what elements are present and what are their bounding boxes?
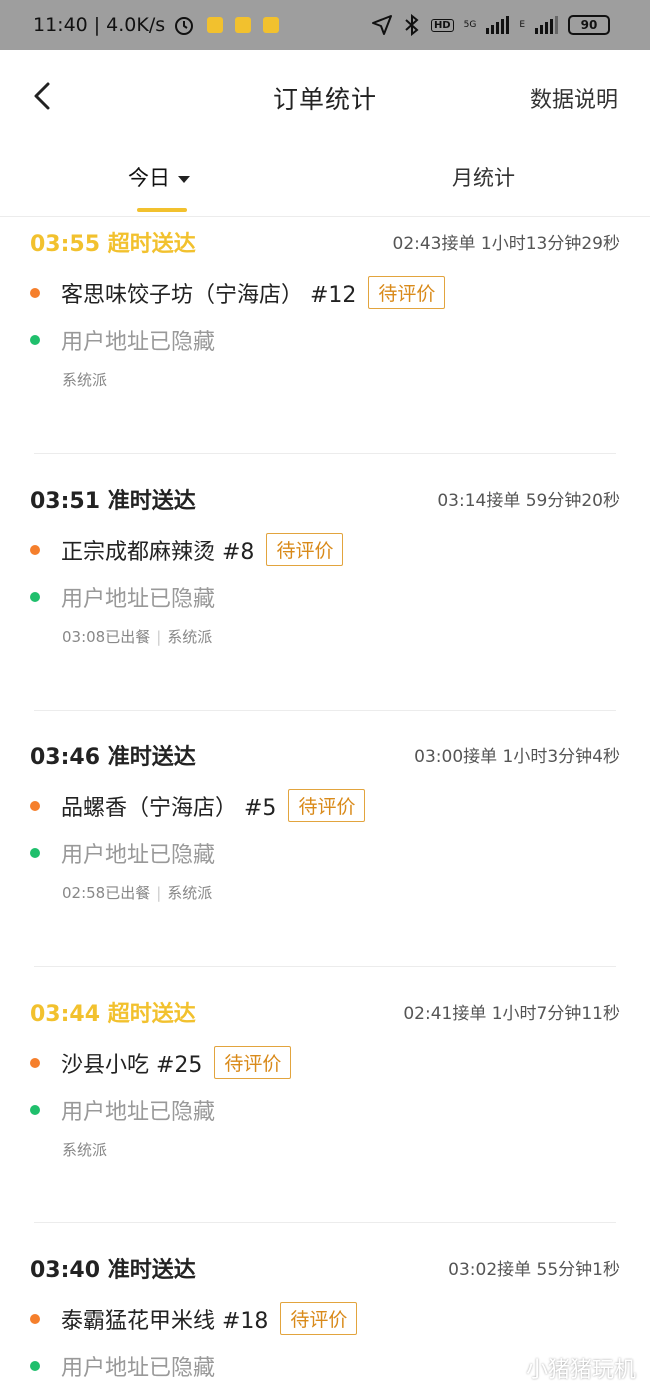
bluetooth-icon: [405, 14, 419, 36]
hd-badge: HD: [430, 18, 454, 32]
order-card[interactable]: 03:51 准时送达 03:14接单 59分钟20秒 正宗成都麻辣烫 #8 待评…: [0, 483, 650, 711]
order-time-info: 03:02接单 55分钟1秒: [448, 1260, 620, 1280]
pending-review-badge[interactable]: 待评价: [280, 1302, 358, 1335]
address-dot-icon: [30, 592, 40, 602]
order-time-info: 02:43接单 1小时13分钟29秒: [392, 234, 621, 254]
order-card[interactable]: 03:46 准时送达 03:00接单 1小时3分钟4秒 品螺香（宁海店） #5 …: [0, 739, 650, 967]
customer-address: 用户地址已隐藏: [61, 330, 216, 355]
store-dot-icon: [30, 544, 40, 555]
app-notification-icon: [207, 17, 224, 33]
data-description-link[interactable]: 数据说明: [530, 82, 618, 114]
order-time-info: 02:41接单 1小时7分钟11秒: [403, 1004, 620, 1024]
customer-address: 用户地址已隐藏: [61, 1100, 216, 1125]
tab-bar: 今日 月统计: [0, 146, 650, 217]
alarm-icon: [175, 17, 194, 35]
order-note: 系统派: [62, 371, 108, 389]
store-name: 泰霸猛花甲米线 #18: [61, 1308, 269, 1334]
status-time: 11:40: [33, 14, 88, 36]
location-arrow-icon: [371, 15, 392, 35]
customer-address: 用户地址已隐藏: [61, 843, 216, 868]
address-dot-icon: [30, 335, 40, 345]
network-speed: 4.0K/s: [106, 14, 166, 36]
customer-address: 用户地址已隐藏: [61, 587, 216, 612]
order-delivery-status: 03:55 超时送达: [30, 232, 196, 257]
address-dot-icon: [30, 848, 40, 858]
order-note: 02:58已出餐 | 系统派: [62, 884, 213, 902]
order-note: 03:08已出餐 | 系统派: [62, 628, 213, 646]
order-delivery-status: 03:44 超时送达: [30, 1002, 196, 1027]
battery-icon: 90: [568, 15, 610, 35]
pending-review-badge[interactable]: 待评价: [266, 533, 344, 566]
app-notification-icon: [263, 17, 280, 33]
app-notification-icon: [235, 17, 252, 33]
status-bar: 11:40 | 4.0K/s HD 5G E 90: [0, 0, 650, 50]
customer-address: 用户地址已隐藏: [61, 1356, 216, 1381]
order-time-info: 03:00接单 1小时3分钟4秒: [414, 747, 620, 767]
watermark: 小猪猪玩机: [525, 1358, 636, 1383]
tab-active-indicator: [137, 208, 187, 212]
order-card[interactable]: 03:55 超时送达 02:43接单 1小时13分钟29秒 客思味饺子坊（宁海店…: [0, 226, 650, 454]
store-name: 客思味饺子坊（宁海店） #12: [61, 282, 357, 308]
tab-today[interactable]: 今日: [128, 162, 190, 192]
store-name: 沙县小吃 #25: [61, 1052, 203, 1078]
divider: [34, 966, 616, 967]
store-name: 品螺香（宁海店） #5: [61, 795, 277, 821]
pending-review-badge[interactable]: 待评价: [368, 276, 446, 309]
network-type-1: 5G: [463, 20, 477, 30]
tab-month-stats[interactable]: 月统计: [452, 162, 515, 192]
divider: [34, 1222, 616, 1223]
nav-bar: 订单统计 数据说明: [0, 50, 650, 146]
divider: [34, 453, 616, 454]
pending-review-badge[interactable]: 待评价: [288, 789, 366, 822]
signal-icon: [535, 16, 558, 34]
order-card[interactable]: 03:44 超时送达 02:41接单 1小时7分钟11秒 沙县小吃 #25 待评…: [0, 996, 650, 1224]
caret-down-icon: [178, 175, 190, 183]
order-note: 系统派: [62, 1141, 108, 1159]
store-dot-icon: [30, 287, 40, 298]
store-name: 正宗成都麻辣烫 #8: [61, 539, 255, 565]
order-time-info: 03:14接单 59分钟20秒: [437, 491, 620, 511]
signal-icon: [486, 16, 510, 34]
store-dot-icon: [30, 800, 40, 811]
divider: [34, 710, 616, 711]
address-dot-icon: [30, 1105, 40, 1115]
order-delivery-status: 03:51 准时送达: [30, 489, 196, 514]
pending-review-badge[interactable]: 待评价: [214, 1046, 292, 1079]
order-delivery-status: 03:40 准时送达: [30, 1258, 196, 1283]
order-delivery-status: 03:46 准时送达: [30, 745, 196, 770]
store-dot-icon: [30, 1057, 40, 1068]
network-type-2: E: [519, 20, 525, 30]
store-dot-icon: [30, 1313, 40, 1324]
address-dot-icon: [30, 1361, 40, 1371]
